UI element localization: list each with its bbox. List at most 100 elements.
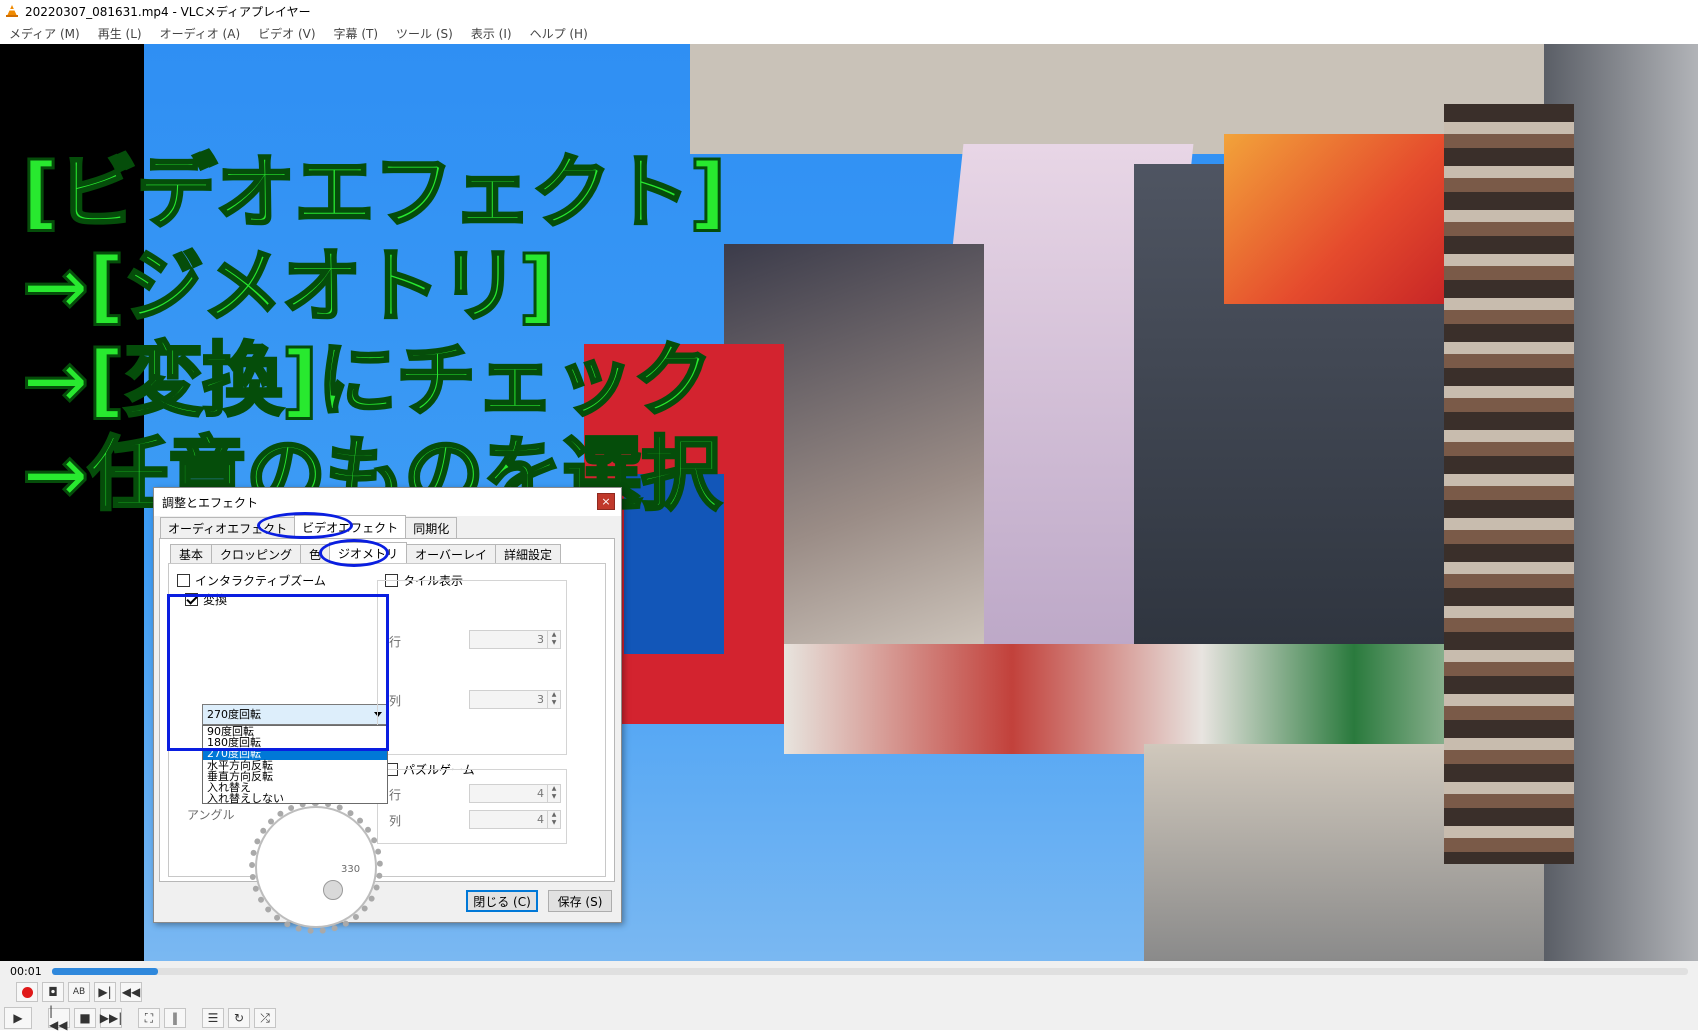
adjustments-effects-dialog: 調整とエフェクト × オーディオエフェクト ビデオエフェクト 同期化 基本 クロ… xyxy=(153,487,622,934)
player-controls: 00:01 ◘ AB ▶| ◀◀ ▶ |◀◀ ■ ▶▶| ⛶ ‖ ☰ ↻ ⤮ xyxy=(0,961,1698,1032)
tab-audio-effects[interactable]: オーディオエフェクト xyxy=(160,517,296,538)
video-subtab-bar: 基本 クロッピング 色 ジオメトリ オーバーレイ 詳細設定 xyxy=(170,542,561,564)
tile-col-spinner[interactable]: 3 ▲ ▼ xyxy=(469,690,561,709)
menu-audio[interactable]: オーディオ (A) xyxy=(151,25,250,42)
previous-button[interactable]: |◀◀ xyxy=(48,1004,70,1032)
subtab-geometry[interactable]: ジオメトリ xyxy=(329,542,408,563)
effects-tab-bar: オーディオエフェクト ビデオエフェクト 同期化 xyxy=(160,515,458,539)
scene-sign-red xyxy=(1224,134,1474,304)
menu-view[interactable]: 表示 (I) xyxy=(462,25,521,42)
menu-bar: メディア (M) 再生 (L) オーディオ (A) ビデオ (V) 字幕 (T)… xyxy=(0,22,1698,44)
menu-media[interactable]: メディア (M) xyxy=(0,25,89,42)
option-anti-transpose[interactable]: 入れ替えしない xyxy=(203,793,387,804)
dialog-close-button[interactable]: × xyxy=(597,493,615,510)
interactive-zoom-box[interactable] xyxy=(177,574,190,587)
subtab-essential[interactable]: 基本 xyxy=(170,544,213,563)
playlist-button[interactable]: ☰ xyxy=(202,1008,224,1028)
extended-settings-button[interactable]: ‖ xyxy=(164,1008,186,1028)
record-icon xyxy=(21,986,33,998)
next-button[interactable]: ▶▶| xyxy=(100,1008,122,1028)
title-bar: 20220307_081631.mp4 - VLCメディアプレイヤー xyxy=(0,0,1698,22)
subtab-colors[interactable]: 色 xyxy=(300,544,331,563)
elapsed-time: 00:01 xyxy=(10,965,42,978)
caption-line-3: →[変換]にチェック xyxy=(20,333,714,429)
subtab-advanced[interactable]: 詳細設定 xyxy=(494,544,561,563)
caption-line-2: →[ジメオトリ] xyxy=(20,239,556,335)
interactive-zoom-checkbox[interactable]: インタラクティブズーム xyxy=(177,572,326,589)
menu-video[interactable]: ビデオ (V) xyxy=(249,25,324,42)
camera-icon: ◘ xyxy=(48,985,58,999)
puzzle-row-spinner[interactable]: 4 ▲ ▼ xyxy=(469,784,561,803)
puzzle-col-spinner[interactable]: 4 ▲ ▼ xyxy=(469,810,561,829)
angle-value: 330 xyxy=(341,864,361,875)
equalizer-icon: ‖ xyxy=(172,1011,178,1025)
stop-icon: ■ xyxy=(79,1011,91,1025)
option-rotate-270[interactable]: 270度回転 xyxy=(203,748,387,760)
next-icon: ▶▶| xyxy=(99,1011,123,1025)
dial-ticks xyxy=(249,800,383,934)
slower-button[interactable]: ◀◀ xyxy=(120,982,142,1002)
spinner-arrows-icon[interactable]: ▲ ▼ xyxy=(547,631,560,648)
puzzle-row-label: 行 xyxy=(389,788,402,802)
transform-select[interactable]: 270度回転 xyxy=(202,704,388,725)
tab-synchronization[interactable]: 同期化 xyxy=(405,517,458,538)
angle-label: アングル xyxy=(187,808,235,822)
shuffle-icon: ⤮ xyxy=(260,1010,270,1025)
frame-step-icon: ▶| xyxy=(98,985,112,999)
save-button[interactable]: 保存 (S) xyxy=(548,890,612,912)
ab-loop-icon: AB xyxy=(72,987,86,997)
dial-knob[interactable] xyxy=(323,880,343,900)
scene-signs-lower xyxy=(784,644,1544,754)
tab-video-effects[interactable]: ビデオエフェクト xyxy=(294,515,407,538)
instruction-caption: [ビデオエフェクト] →[ジメオトリ] →[変換]にチェック →任意のものを選択 xyxy=(20,145,727,523)
seek-bar[interactable] xyxy=(52,968,1688,975)
frame-step-button[interactable]: ▶| xyxy=(94,982,116,1002)
geometry-panel: インタラクティブズーム 変換 270度回転 90度回転 180度回転 270度回… xyxy=(168,563,606,934)
puzzle-col-label: 列 xyxy=(389,814,402,828)
transform-select-value: 270度回転 xyxy=(207,708,261,721)
caption-line-1: [ビデオエフェクト] xyxy=(20,145,727,241)
close-button[interactable]: 閉じる (C) xyxy=(466,890,538,912)
tile-col-value: 3 xyxy=(537,693,544,706)
record-button[interactable] xyxy=(16,982,38,1002)
menu-tools[interactable]: ツール (S) xyxy=(387,25,462,42)
puzzle-group xyxy=(377,769,567,844)
subtab-crop[interactable]: クロッピング xyxy=(211,544,302,563)
video-effects-panel: 基本 クロッピング 色 ジオメトリ オーバーレイ 詳細設定 インタラクティブズー… xyxy=(159,538,615,934)
menu-playback[interactable]: 再生 (L) xyxy=(89,25,151,42)
fullscreen-icon: ⛶ xyxy=(144,1010,154,1025)
tile-col-label: 列 xyxy=(389,694,402,708)
dialog-title: 調整とエフェクト xyxy=(162,495,259,510)
menu-help[interactable]: ヘルプ (H) xyxy=(521,25,597,42)
play-button[interactable]: ▶ xyxy=(4,1007,32,1029)
interactive-zoom-label: インタラクティブズーム xyxy=(195,574,326,588)
rewind-icon: ◀◀ xyxy=(121,985,141,999)
fullscreen-button[interactable]: ⛶ xyxy=(138,1008,160,1028)
transform-dropdown-list: 90度回転 180度回転 270度回転 水平方向反転 垂直方向反転 入れ替え 入… xyxy=(202,725,388,804)
scene-crowd xyxy=(1444,104,1574,864)
stop-button[interactable]: ■ xyxy=(74,1008,96,1028)
menu-subtitle[interactable]: 字幕 (T) xyxy=(325,25,388,42)
puzzle-row-value: 4 xyxy=(537,787,544,800)
subtab-overlay[interactable]: オーバーレイ xyxy=(406,544,496,563)
spinner-arrows-icon[interactable]: ▲ ▼ xyxy=(547,811,560,828)
snapshot-button[interactable]: ◘ xyxy=(42,982,64,1002)
previous-icon: |◀◀ xyxy=(49,1004,68,1032)
playlist-icon: ☰ xyxy=(207,1011,219,1025)
transform-label: 変換 xyxy=(203,593,228,607)
window-title: 20220307_081631.mp4 - VLCメディアプレイヤー xyxy=(25,4,311,19)
tile-row-label: 行 xyxy=(389,635,402,649)
seek-progress xyxy=(52,968,159,975)
shuffle-button[interactable]: ⤮ xyxy=(254,1008,276,1028)
spinner-arrows-icon[interactable]: ▲ ▼ xyxy=(547,785,560,802)
play-icon: ▶ xyxy=(13,1011,23,1025)
loop-button[interactable]: ↻ xyxy=(228,1008,250,1028)
spinner-arrows-icon[interactable]: ▲ ▼ xyxy=(547,691,560,708)
vlc-cone-icon xyxy=(5,4,19,18)
loop-icon: ↻ xyxy=(233,1011,245,1025)
tile-row-spinner[interactable]: 3 ▲ ▼ xyxy=(469,630,561,649)
puzzle-col-value: 4 xyxy=(537,813,544,826)
transform-box[interactable] xyxy=(185,593,198,606)
loop-ab-button[interactable]: AB xyxy=(68,982,90,1002)
transform-checkbox[interactable]: 変換 xyxy=(185,591,227,608)
